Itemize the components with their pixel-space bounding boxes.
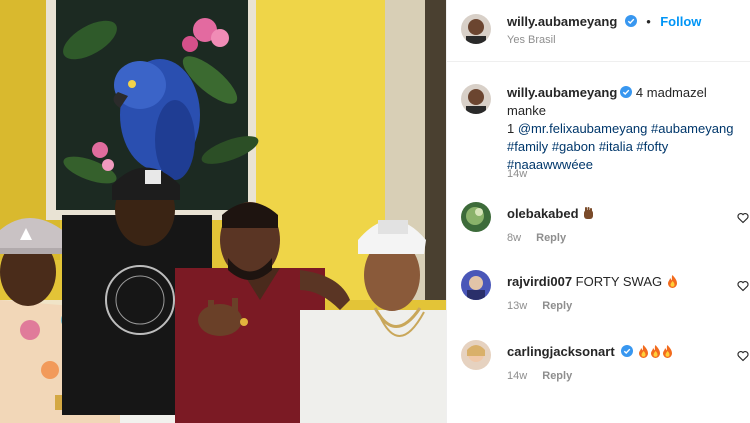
- comment-username[interactable]: carlingjacksonart: [507, 344, 615, 359]
- separator-dot: •: [646, 14, 651, 29]
- caption-hashtag[interactable]: #family: [507, 139, 548, 154]
- caption-hashtag[interactable]: #fofty: [636, 139, 668, 154]
- verified-badge-icon: [624, 15, 637, 27]
- comment-meta: 8w Reply: [507, 232, 566, 244]
- commenter-avatar[interactable]: [461, 202, 491, 232]
- caption-hashtag[interactable]: #gabon: [552, 139, 595, 154]
- comment-item: carlingjacksonart 14w Reply: [447, 340, 750, 386]
- post-caption: willy.aubameyang 4 madmazel manke 1 @mr.…: [507, 84, 745, 174]
- commenter-avatar[interactable]: [461, 340, 491, 370]
- post-photo[interactable]: [0, 0, 446, 423]
- comment-item: rajvirdi007 FORTY SWAG 13w Reply: [447, 270, 750, 316]
- raised-hand-emoji: [584, 207, 594, 219]
- comment-meta: 13w Reply: [507, 300, 572, 312]
- commenter-avatar[interactable]: [461, 270, 491, 300]
- location-link[interactable]: Yes Brasil: [507, 34, 556, 46]
- fire-emoji: [667, 275, 677, 288]
- verified-badge-icon: [621, 345, 634, 357]
- comment-username[interactable]: rajvirdi007: [507, 274, 572, 289]
- author-avatar[interactable]: [461, 14, 491, 44]
- comment-timestamp: 14w: [507, 370, 528, 382]
- heart-icon[interactable]: [737, 212, 749, 224]
- reply-button[interactable]: Reply: [542, 370, 572, 382]
- comment-body: carlingjacksonart: [507, 344, 673, 359]
- fire-emoji: [650, 345, 660, 358]
- heart-icon[interactable]: [737, 350, 749, 362]
- instagram-post-view: willy.aubameyang • Follow Yes Brasil wil…: [0, 0, 750, 423]
- fire-emoji: [638, 345, 648, 358]
- heart-icon[interactable]: [737, 280, 749, 292]
- author-username[interactable]: willy.aubameyang: [507, 14, 617, 29]
- caption-hashtag[interactable]: #aubameyang: [651, 121, 733, 136]
- post-header: willy.aubameyang • Follow Yes Brasil: [447, 0, 750, 62]
- reply-button[interactable]: Reply: [536, 232, 566, 244]
- follow-button[interactable]: Follow: [660, 14, 701, 29]
- fire-emoji: [662, 345, 672, 358]
- caption-mention[interactable]: @mr.felixaubameyang: [518, 121, 648, 136]
- comment-body: olebakabed: [507, 206, 594, 221]
- comment-timestamp: 8w: [507, 232, 522, 244]
- comment-timestamp: 13w: [507, 300, 528, 312]
- post-side-panel: willy.aubameyang • Follow Yes Brasil wil…: [446, 0, 750, 423]
- photo-illustration: [0, 0, 446, 423]
- comment-body: rajvirdi007 FORTY SWAG: [507, 274, 678, 289]
- comment-item: olebakabed 8w Reply: [447, 202, 750, 248]
- comment-meta: 14w Reply: [507, 370, 572, 382]
- comment-username[interactable]: olebakabed: [507, 206, 579, 221]
- caption-author-avatar[interactable]: [461, 84, 491, 114]
- comment-text: FORTY SWAG: [575, 274, 663, 289]
- verified-badge-icon: [620, 86, 633, 98]
- caption-text-line2: 1: [507, 121, 515, 136]
- caption-author-username[interactable]: willy.aubameyang: [507, 85, 617, 100]
- caption-timestamp: 14w: [507, 168, 528, 180]
- header-line: willy.aubameyang • Follow: [507, 13, 701, 31]
- reply-button[interactable]: Reply: [542, 300, 572, 312]
- caption-hashtag[interactable]: #italia: [599, 139, 633, 154]
